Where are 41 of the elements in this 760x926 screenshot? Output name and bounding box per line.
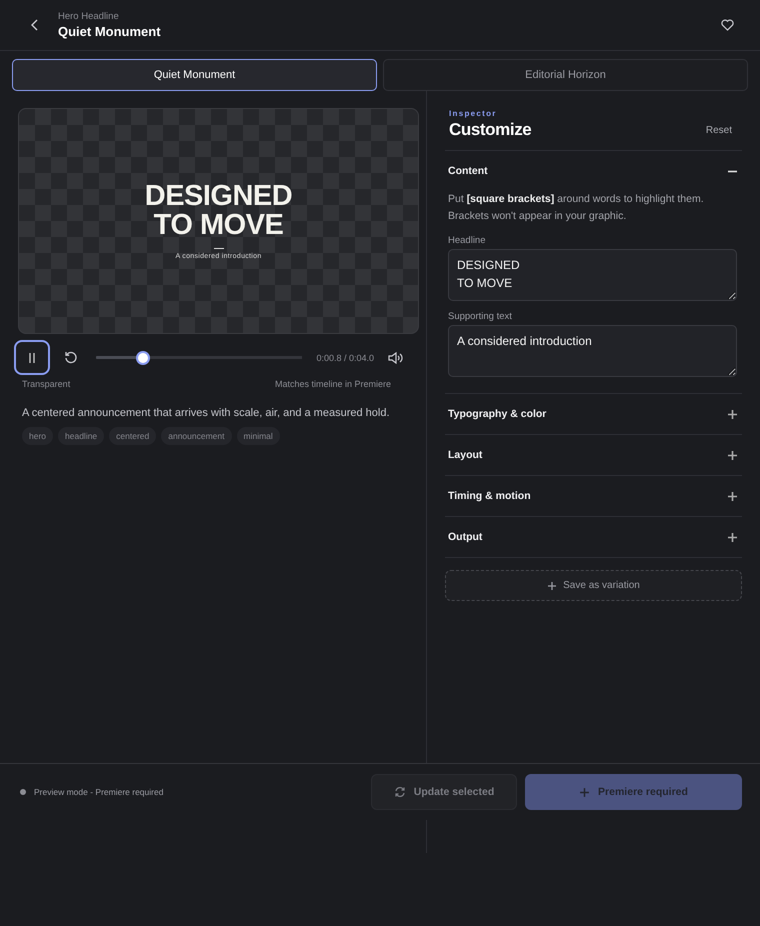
text-area[interactable]: DESIGNED TO MOVE — [448, 249, 737, 301]
template-title: Quiet Monument — [58, 24, 162, 39]
playback-time: 0:00.8 / 0:04.0 — [316, 352, 374, 362]
section-header[interactable]: Output — [445, 517, 742, 557]
inspector-title: Customize — [449, 120, 532, 140]
timeline-note: Matches timeline in Premiere — [274, 379, 391, 389]
variant-tab[interactable]: Quiet Monument — [12, 59, 377, 91]
tag-chip: minimal — [236, 427, 280, 445]
reset-button[interactable]: Reset — [706, 125, 732, 140]
template-description: A centered announcement that arrives with scale, air, and a measured hold. — [22, 407, 390, 419]
restart-icon — [64, 350, 78, 364]
tag-chip: headline — [58, 427, 104, 445]
pause-button[interactable] — [14, 340, 50, 375]
save-variation-button[interactable]: Save as variation — [445, 570, 742, 601]
section-header[interactable]: Content — [445, 151, 742, 191]
text-area[interactable]: A considered introduction — [448, 325, 737, 377]
section-header[interactable]: Layout — [445, 435, 742, 475]
tag-chip: announcement — [161, 427, 232, 445]
field-label: Supporting text — [448, 311, 513, 322]
inspector-eyebrow: Inspector — [449, 109, 498, 118]
plus-icon — [579, 786, 590, 798]
plus-icon — [547, 580, 558, 590]
chevron-left-icon — [30, 19, 40, 31]
field-label: Headline — [448, 235, 486, 246]
tag-chip: centered — [109, 427, 156, 445]
refresh-icon — [394, 786, 406, 798]
section-hint: Put [square brackets] around words to highlight them. Brackets won't appear in your graphic. — [448, 192, 705, 224]
template-category: Hero Headline — [58, 11, 120, 22]
background-label: Transparent — [22, 379, 70, 389]
section-header[interactable]: Timing & motion — [445, 476, 742, 516]
status-dot — [20, 789, 26, 795]
section-header[interactable]: Typography & color — [445, 394, 742, 434]
variant-tab[interactable]: Editorial Horizon — [383, 59, 748, 91]
volume-icon — [388, 352, 403, 364]
pause-icon — [27, 352, 37, 364]
tag-chip: hero — [22, 427, 54, 445]
heart-icon — [721, 19, 734, 31]
preview-headline: TO MOVE — [154, 211, 284, 240]
timeline-handle[interactable] — [136, 350, 150, 364]
status-text: Preview mode - Premiere required — [34, 787, 164, 797]
preview-headline: DESIGNED — [144, 182, 292, 211]
